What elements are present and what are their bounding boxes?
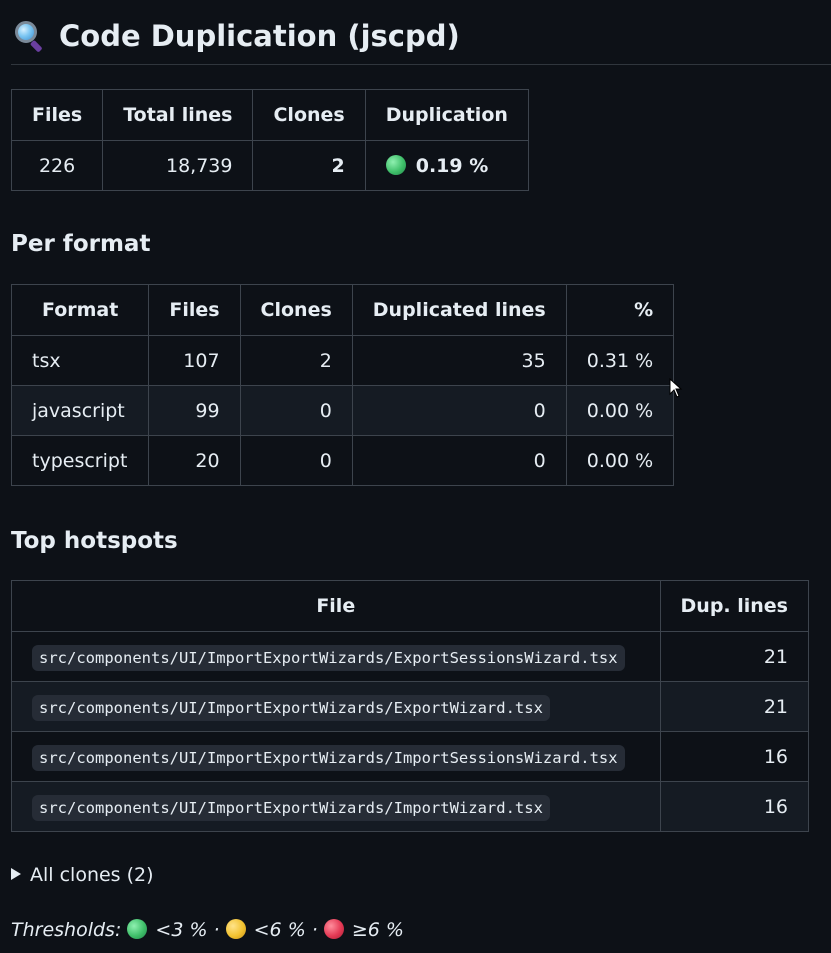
green-circle-icon	[127, 919, 148, 939]
top-hotspots-heading: Top hotspots	[11, 528, 178, 554]
threshold-red: ≥6 %	[351, 919, 404, 941]
header-clones: Clones	[252, 89, 366, 141]
summary-table: Files Total lines Clones Duplication 226…	[10, 89, 529, 191]
summary-clones: 2	[252, 140, 366, 191]
per-format-table: Format Files Clones Duplicated lines % t…	[10, 284, 675, 486]
disclosure-triangle-icon	[11, 868, 21, 880]
file-cell: src/components/UI/ImportExportWizards/Ex…	[11, 681, 661, 732]
header-duplicated-lines: Duplicated lines	[351, 284, 567, 336]
table-header-row: File Dup. lines	[11, 580, 810, 632]
table-row: src/components/UI/ImportExportWizards/Ex…	[11, 631, 810, 682]
table-row: src/components/UI/ImportExportWizards/Im…	[11, 781, 810, 832]
yellow-circle-icon	[225, 919, 246, 939]
green-circle-icon	[385, 154, 406, 175]
clones-cell: 0	[239, 385, 353, 436]
table-row: src/components/UI/ImportExportWizards/Im…	[11, 731, 810, 782]
thresholds-label: Thresholds:	[11, 919, 122, 941]
per-format-heading: Per format	[11, 231, 151, 257]
header-dup-lines: Dup. lines	[659, 580, 810, 632]
file-path: src/components/UI/ImportExportWizards/Ex…	[32, 644, 625, 671]
dup-lines-cell: 21	[659, 681, 810, 732]
file-path: src/components/UI/ImportExportWizards/Im…	[32, 744, 625, 771]
dup-lines-cell: 16	[659, 731, 810, 782]
dup-lines-cell: 21	[659, 631, 810, 682]
table-row: javascript 99 0 0 0.00 %	[10, 385, 675, 436]
files-cell: 20	[148, 435, 241, 486]
file-cell: src/components/UI/ImportExportWizards/Ex…	[11, 631, 661, 682]
dup-lines-cell: 0	[351, 385, 567, 436]
percent-cell: 0.00 %	[565, 385, 675, 436]
files-cell: 99	[148, 385, 241, 436]
file-cell: src/components/UI/ImportExportWizards/Im…	[11, 781, 661, 832]
format-cell: tsx	[10, 335, 150, 386]
format-cell: typescript	[10, 435, 150, 486]
thresholds-legend: Thresholds: <3 % · <6 % · ≥6 %	[11, 917, 404, 943]
threshold-green: <3 % ·	[155, 919, 220, 941]
header-files: Files	[148, 284, 241, 336]
dup-lines-cell: 16	[659, 781, 810, 832]
summary-files: 226	[10, 140, 104, 191]
title-divider	[11, 64, 831, 65]
all-clones-label: All clones (2)	[30, 864, 154, 886]
hotspots-table: File Dup. lines src/components/UI/Import…	[11, 580, 810, 832]
header-format: Format	[10, 284, 150, 336]
file-cell: src/components/UI/ImportExportWizards/Im…	[11, 731, 661, 782]
header-percent: %	[565, 284, 675, 336]
table-header-row: Files Total lines Clones Duplication	[10, 89, 529, 141]
table-row: tsx 107 2 35 0.31 %	[10, 335, 675, 386]
summary-total-lines: 18,739	[102, 140, 254, 191]
clones-cell: 2	[239, 335, 353, 386]
header-clones: Clones	[239, 284, 353, 336]
dup-lines-cell: 0	[351, 435, 567, 486]
format-cell: javascript	[10, 385, 150, 436]
all-clones-toggle[interactable]: All clones (2)	[11, 862, 154, 888]
magnifying-glass-icon	[11, 18, 45, 53]
file-path: src/components/UI/ImportExportWizards/Im…	[32, 794, 550, 821]
table-row: 226 18,739 2 0.19 %	[10, 140, 529, 191]
header-duplication: Duplication	[364, 89, 529, 141]
files-cell: 107	[148, 335, 241, 386]
page-title: Code Duplication (jscpd)	[11, 16, 460, 56]
percent-cell: 0.00 %	[565, 435, 675, 486]
header-files: Files	[10, 89, 104, 141]
file-path: src/components/UI/ImportExportWizards/Ex…	[32, 694, 550, 721]
threshold-yellow: <6 % ·	[253, 919, 318, 941]
header-file: File	[11, 580, 661, 632]
percent-cell: 0.31 %	[565, 335, 675, 386]
header-total-lines: Total lines	[102, 89, 254, 141]
table-row: typescript 20 0 0 0.00 %	[10, 435, 675, 486]
table-row: src/components/UI/ImportExportWizards/Ex…	[11, 681, 810, 732]
table-header-row: Format Files Clones Duplicated lines %	[10, 284, 675, 336]
dup-lines-cell: 35	[351, 335, 567, 386]
clones-cell: 0	[239, 435, 353, 486]
red-circle-icon	[323, 919, 344, 939]
summary-duplication: 0.19 %	[364, 140, 529, 191]
mouse-pointer-icon	[669, 378, 683, 398]
